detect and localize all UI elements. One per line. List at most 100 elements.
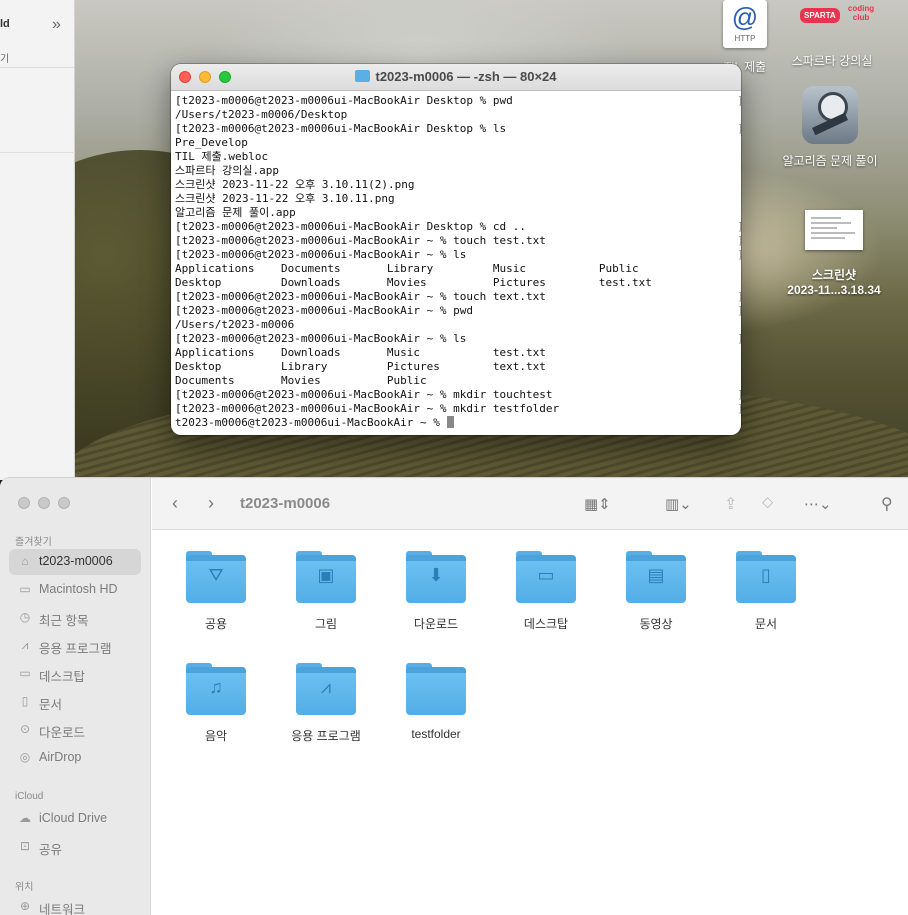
folder-item[interactable]: ⬇ 다운로드 — [381, 551, 491, 632]
view-icons-icon[interactable]: ▦⇕ — [584, 495, 611, 513]
terminal-line-text: Pre_Develop — [175, 136, 248, 149]
download-glyph-icon: ⬇ — [428, 565, 444, 585]
webloc-file-icon: @ HTTP — [723, 0, 767, 48]
terminal-line: 스크린샷 2023-11-22 오후 3.10.11.png — [175, 192, 741, 206]
sidebar-item[interactable]: ☁ iCloud Drive — [9, 806, 141, 832]
terminal-title: t2023-m0006 — -zsh — 80×24 — [171, 69, 741, 84]
music-glyph-icon: ♫ — [209, 677, 223, 697]
terminal-line-text: [t2023-m0006@t2023-m0006ui-MacBookAir ~ … — [175, 402, 560, 415]
desktop-icon-sparta[interactable]: SPARTA coding club 스파르타 강의실 — [782, 2, 882, 69]
folder-name: 문서 — [754, 617, 778, 631]
sidebar-item[interactable]: ⊡ 공유 — [9, 834, 141, 860]
terminal-titlebar[interactable]: t2023-m0006 — -zsh — 80×24 — [171, 64, 741, 91]
desktop-icon-label: 알고리즘 문제 풀이 — [782, 154, 878, 168]
at-sign-glyph: @ — [731, 2, 759, 32]
background-finder-window[interactable]: ld » 기 — [0, 0, 75, 480]
folder-item[interactable]: ⛛ 공용 — [161, 551, 271, 632]
movies-glyph-icon: ▤ — [647, 565, 665, 585]
sidebar-item[interactable]: ▭ Macintosh HD — [9, 577, 141, 603]
terminal-line: [t2023-m0006@t2023-m0006ui-MacBookAir De… — [175, 122, 741, 136]
terminal-line: [t2023-m0006@t2023-m0006ui-MacBookAir ~ … — [175, 332, 741, 346]
folder-item[interactable]: ▤ 동영상 — [601, 551, 711, 632]
sidebar-item[interactable]: ▭ 데스크탑 — [9, 661, 141, 687]
back-chevron-icon[interactable]: ‹ — [172, 493, 178, 514]
sidebar-item[interactable]: ⌂ t2023-m0006 — [9, 549, 141, 575]
minimize-button[interactable] — [38, 497, 50, 509]
sidebar-section-favorites: 즐겨찾기 — [15, 537, 52, 548]
desktop-icon-label: 스파르타 강의실 — [791, 54, 873, 68]
http-label: HTTP — [734, 34, 756, 43]
terminal-line-text: Applications Documents Library Music Pub… — [175, 262, 639, 275]
terminal-output[interactable]: [t2023-m0006@t2023-m0006ui-MacBookAir De… — [171, 91, 741, 430]
sidebar-item-label: 응용 프로그램 — [39, 642, 112, 656]
sidebar-item[interactable]: ◎ AirDrop — [9, 745, 141, 771]
terminal-line: /Users/t2023-m0006 — [175, 318, 741, 332]
folder-item[interactable]: ▣ 그림 — [271, 551, 381, 632]
line-marker: ] — [737, 290, 741, 304]
terminal-line: TIL 제출.webloc — [175, 150, 741, 164]
folder-item[interactable]: ♫ 음악 — [161, 663, 271, 744]
sidebar-item[interactable]: ⊕ 네트워크 — [9, 894, 141, 915]
folder-icon: ⬇ — [406, 551, 466, 603]
sidebar-item[interactable]: ⩘ 응용 프로그램 — [9, 633, 141, 659]
folder-name: 데스크탑 — [523, 617, 569, 631]
sidebar-item-label: AirDrop — [39, 750, 82, 764]
folder-icon — [406, 663, 466, 715]
desktop-icon-screenshot[interactable]: 스크린샷 2023-11...3.18.34 — [784, 210, 884, 297]
folder-icon — [355, 70, 371, 82]
terminal-window[interactable]: t2023-m0006 — -zsh — 80×24 [t2023-m0006@… — [171, 64, 741, 435]
sidebar-item-label: 데스크탑 — [39, 670, 86, 684]
folder-icon: ⛛ — [186, 551, 246, 603]
terminal-line: Applications Downloads Music test.txt — [175, 346, 741, 360]
sidebar-item[interactable]: ▯ 문서 — [9, 689, 141, 715]
folder-item[interactable]: ▯ 문서 — [711, 551, 821, 632]
coding-club-text: coding club — [847, 4, 875, 22]
line-marker: ] — [737, 388, 741, 402]
sidebar-item-label: 네트워크 — [39, 903, 86, 915]
download-icon: ⊙ — [19, 722, 31, 736]
desktop-icon-sublabel: 2023-11...3.18.34 — [787, 283, 881, 297]
terminal-line: Pre_Develop — [175, 136, 741, 150]
sidebar-item-label: iCloud Drive — [39, 811, 108, 825]
home-icon: ⌂ — [21, 554, 29, 568]
folder-icon: ▣ — [296, 551, 356, 603]
forward-chevron-icon[interactable]: › — [208, 493, 214, 514]
finder-window[interactable]: 즐겨찾기 ⌂ t2023-m0006 ▭ Macintosh HD ◷ 최근 항목 ⩘ 응용 … — [0, 477, 908, 915]
desktop-icon-label: 스크린샷 — [811, 268, 857, 282]
line-marker: ] — [737, 234, 741, 248]
terminal-title-text: t2023-m0006 — -zsh — 80×24 — [375, 69, 557, 84]
desktop-icon-algorithm[interactable]: 알고리즘 문제 풀이 — [780, 86, 880, 169]
zoom-button[interactable] — [58, 497, 70, 509]
folder-item[interactable]: ▭ 데스크탑 — [491, 551, 601, 632]
terminal-line-text: [t2023-m0006@t2023-m0006ui-MacBookAir De… — [175, 94, 513, 107]
line-marker: ] — [737, 332, 741, 346]
sparta-logo-icon: SPARTA coding club — [782, 2, 882, 42]
tag-icon[interactable]: ⬦ — [762, 494, 773, 512]
more-actions-icon[interactable]: ⋯⌄ — [804, 495, 832, 513]
share-icon[interactable]: ⇪ — [724, 494, 737, 514]
folder-item[interactable]: testfolder — [381, 663, 491, 741]
terminal-line: [t2023-m0006@t2023-m0006ui-MacBookAir ~ … — [175, 248, 741, 262]
sidebar-item[interactable]: ◷ 최근 항목 — [9, 605, 141, 631]
terminal-line-text: [t2023-m0006@t2023-m0006ui-MacBookAir De… — [175, 122, 507, 135]
terminal-prompt-line[interactable]: t2023-m0006@t2023-m0006ui-MacBookAir ~ % — [175, 416, 741, 430]
terminal-line: 스크린샷 2023-11-22 오후 3.10.11(2).png — [175, 178, 741, 192]
automator-robot-icon — [802, 86, 858, 144]
terminal-line-text: Applications Downloads Music test.txt — [175, 346, 546, 359]
terminal-line-text: Desktop Library Pictures text.txt — [175, 360, 546, 373]
terminal-line-text: [t2023-m0006@t2023-m0006ui-MacBookAir ~ … — [175, 248, 467, 261]
sidebar-item-label: Macintosh HD — [39, 582, 118, 596]
folder-item[interactable]: ⩘ 응용 프로그램 — [271, 663, 381, 744]
search-icon[interactable]: ⚲ — [881, 494, 893, 514]
chevron-double-right-icon[interactable]: » — [52, 16, 61, 34]
background-window-header: ld » 기 — [0, 0, 74, 68]
group-icon[interactable]: ▥⌄ — [665, 495, 692, 513]
terminal-line-text: /Users/t2023-m0006/Desktop — [175, 108, 348, 121]
close-button[interactable] — [18, 497, 30, 509]
divider — [0, 152, 75, 153]
terminal-line: Documents Movies Public — [175, 374, 741, 388]
sidebar-item[interactable]: ⊙ 다운로드 — [9, 717, 141, 743]
folder-name: testfolder — [411, 727, 461, 741]
document-glyph-icon: ▯ — [761, 565, 771, 585]
line-marker: ] — [737, 304, 741, 318]
